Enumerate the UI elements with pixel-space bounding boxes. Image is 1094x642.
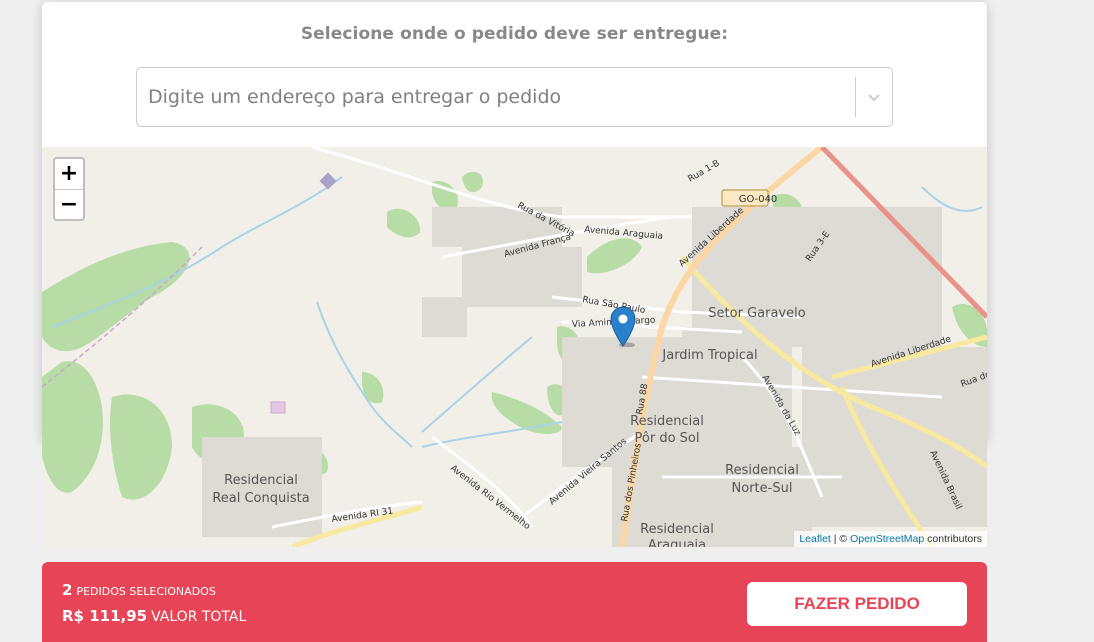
selected-count: 2	[62, 581, 73, 599]
label-jardim-tropical: Jardim Tropical	[661, 348, 757, 363]
delivery-map[interactable]: GO-040 Setor Garavelo Jardim Tropical Re…	[42, 147, 987, 547]
poi-icon	[319, 172, 337, 190]
label-res-por-do-sol-1: Residencial	[630, 414, 704, 429]
address-select[interactable]: Digite um endereço para entregar o pedid…	[136, 67, 893, 127]
order-summary-bar: 2 PEDIDOS SELECIONADOS R$ 111,95 VALOR TOT…	[42, 562, 987, 642]
page-title: Selecione onde o pedido deve ser entregu…	[300, 24, 729, 44]
leaflet-link[interactable]: Leaflet	[799, 533, 831, 545]
location-marker-icon[interactable]	[610, 305, 636, 347]
zoom-control: + −	[53, 157, 85, 221]
label-setor-garavelo: Setor Garavelo	[708, 306, 805, 321]
label-res-norte-sul-1: Residencial	[725, 463, 799, 478]
selected-count-row: 2 PEDIDOS SELECIONADOS	[62, 580, 216, 599]
label-rua-1b: Rua 1-B	[687, 159, 722, 185]
label-res-araguaia-1: Residencial	[640, 522, 714, 537]
place-order-button[interactable]: FAZER PEDIDO	[747, 582, 967, 626]
zoom-in-button[interactable]: +	[55, 159, 83, 190]
map-tiles[interactable]: GO-040 Setor Garavelo Jardim Tropical Re…	[42, 147, 987, 547]
poi-icon	[270, 401, 286, 414]
chevron-down-icon[interactable]	[865, 88, 883, 106]
osm-link[interactable]: OpenStreetMap	[850, 533, 924, 545]
select-separator	[855, 77, 856, 117]
total-value: R$ 111,95	[62, 607, 148, 625]
attribution-suffix: contributors	[924, 533, 982, 545]
label-res-real-1: Residencial	[224, 473, 298, 488]
attribution-sep: | ©	[830, 533, 851, 545]
selected-count-label: PEDIDOS SELECIONADOS	[76, 585, 216, 598]
label-av-rio: Avenida Rio Vermelho	[448, 463, 532, 532]
label-go040: GO-040	[739, 194, 778, 205]
map-attribution: Leaflet | © OpenStreetMap contributors	[794, 531, 987, 547]
label-res-por-do-sol-2: Pôr do Sol	[635, 431, 700, 446]
address-placeholder: Digite um endereço para entregar o pedid…	[148, 86, 562, 108]
total-row: R$ 111,95 VALOR TOTAL	[62, 606, 246, 625]
label-res-araguaia-2: Araguaia	[648, 538, 706, 547]
zoom-out-button[interactable]: −	[55, 190, 83, 220]
label-res-real-2: Real Conquista	[212, 491, 309, 506]
total-label: VALOR TOTAL	[151, 609, 247, 625]
label-res-norte-sul-2: Norte-Sul	[732, 481, 793, 496]
